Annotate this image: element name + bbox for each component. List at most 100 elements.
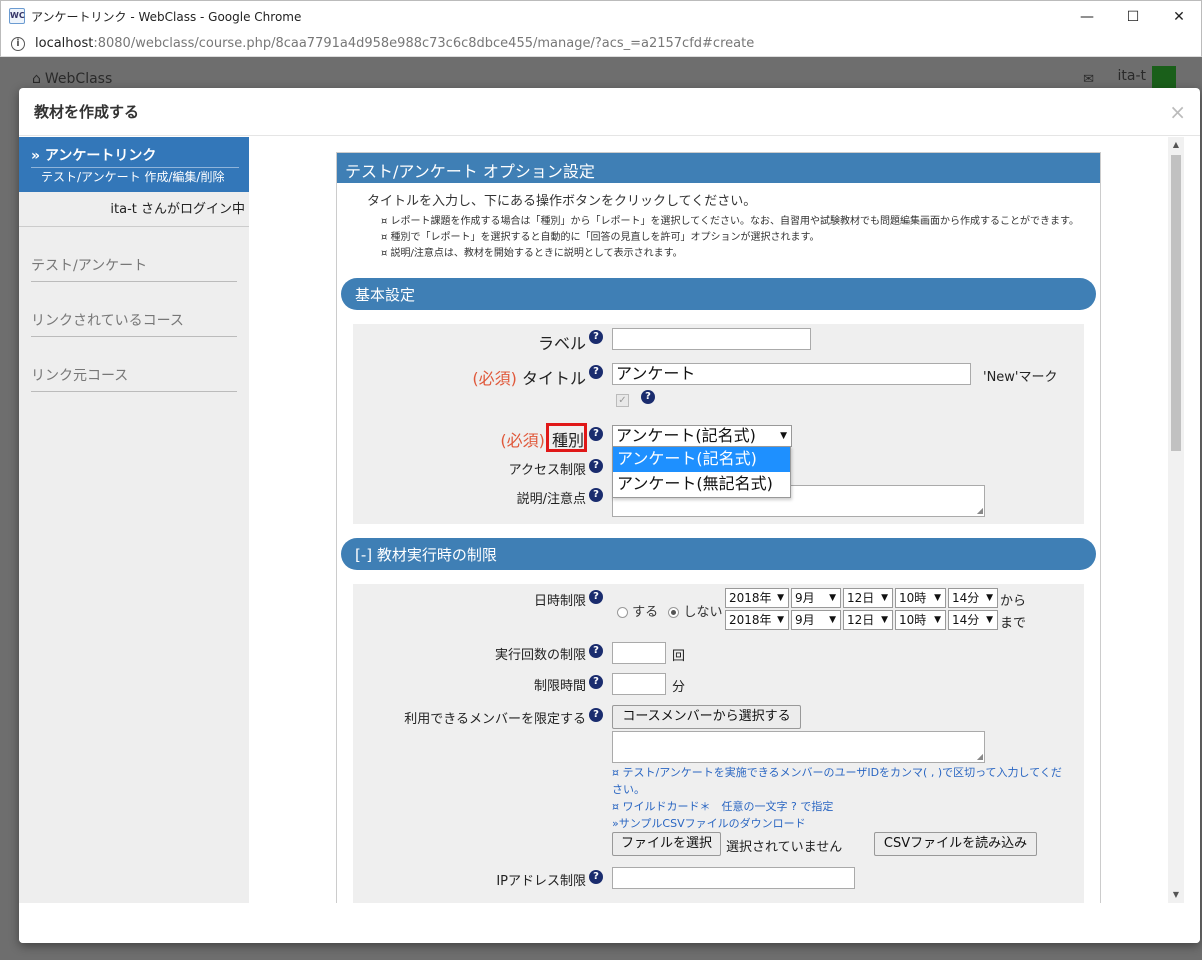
chevron-down-icon: ▼	[986, 593, 993, 603]
time-input[interactable]	[612, 673, 666, 695]
note-item: ¤ レポート課題を作成する場合は「種別」から「レポート」を選択してください。なお…	[381, 216, 1079, 227]
help-icon[interactable]: ?	[589, 365, 603, 379]
create-material-modal: 教材を作成する × » アンケートリンク テスト/アンケート 作成/編集/削除 …	[19, 88, 1200, 943]
from-day-select[interactable]: 12日 ▼	[843, 588, 893, 608]
count-input[interactable]	[612, 642, 666, 664]
from-minute-select[interactable]: 14分 ▼	[948, 588, 998, 608]
scroll-thumb[interactable]	[1171, 155, 1181, 451]
resize-handle-icon[interactable]: ◢	[977, 752, 983, 761]
limits-section-header[interactable]: [-] 教材実行時の制限	[341, 538, 1096, 570]
sidebar-active-item[interactable]: » アンケートリンク テスト/アンケート 作成/編集/削除	[19, 137, 249, 192]
resize-handle-icon[interactable]: ◢	[977, 506, 983, 515]
radio-datetime-on[interactable]	[617, 607, 628, 618]
help-icon[interactable]: ?	[589, 590, 603, 604]
address-bar[interactable]: i localhost:8080/webclass/course.php/8ca…	[0, 31, 1202, 57]
title-input[interactable]: アンケート	[612, 363, 971, 385]
note-item: ¤ 説明/注意点は、教材を開始するときに説明として表示されます。	[381, 248, 683, 259]
sidebar-head-title: » アンケートリンク	[31, 145, 239, 168]
datetime-field-label: 日時制限?	[353, 590, 603, 609]
help-icon[interactable]: ?	[589, 708, 603, 722]
members-field-label: 利用できるメンバーを限定する?	[353, 708, 603, 727]
members-label-text: 利用できるメンバーを限定する	[404, 712, 586, 727]
choose-file-button[interactable]: ファイルを選択	[612, 832, 721, 856]
scroll-up-icon[interactable]: ▲	[1168, 137, 1184, 153]
select-course-members-button[interactable]: コースメンバーから選択する	[612, 705, 801, 729]
help-icon[interactable]: ?	[589, 459, 603, 473]
basic-settings-form: ラベル? (必須) タイトル? アンケート 'New'マーク ✓ ? (必須) …	[353, 324, 1084, 524]
desc-label-text: 説明/注意点	[516, 492, 586, 507]
window-title: アンケートリンク - WebClass - Google Chrome	[31, 9, 302, 24]
access-label-text: アクセス制限	[508, 463, 586, 478]
close-window-button[interactable]: ✕	[1156, 1, 1202, 32]
to-suffix: まで	[1000, 616, 1027, 631]
help-icon[interactable]: ?	[589, 675, 603, 689]
to-year-select[interactable]: 2018年 ▼	[725, 610, 789, 630]
type-option-named[interactable]: アンケート(記名式)	[613, 447, 790, 472]
type-option-anonymous[interactable]: アンケート(無記名式)	[613, 472, 790, 497]
count-field-label: 実行回数の制限?	[353, 644, 603, 663]
chevron-down-icon: ▼	[881, 615, 888, 625]
help-icon[interactable]: ?	[589, 488, 603, 502]
sidebar-head-sub: テスト/アンケート 作成/編集/削除	[41, 170, 225, 184]
required-mark: (必須)	[500, 431, 545, 450]
help-icon[interactable]: ?	[589, 427, 603, 441]
chevron-down-icon: ▼	[777, 615, 784, 625]
limits-form: 日時制限? する しない 2018年 ▼ 9月 ▼ 12日 ▼ 10時 ▼ 14分 ▼ か…	[353, 584, 1084, 903]
title-field-label: (必須) タイトル?	[353, 365, 603, 389]
chevron-down-icon: ▼	[780, 431, 787, 441]
panel-header: テスト/アンケート オプション設定	[337, 153, 1100, 183]
scroll-down-icon[interactable]: ▼	[1168, 887, 1184, 903]
datetime-label-text: 日時制限	[533, 594, 586, 609]
maximize-button[interactable]: ☐	[1110, 1, 1156, 32]
modal-title: 教材を作成する	[34, 103, 140, 121]
header-username: ita-t	[1117, 68, 1147, 84]
main-content: テスト/アンケート オプション設定 タイトルを入力し、下にある操作ボタンをクリッ…	[249, 137, 1184, 903]
radio-datetime-off[interactable]	[668, 607, 680, 618]
ip-field-label: IPアドレス制限?	[353, 870, 603, 889]
to-day-select[interactable]: 12日 ▼	[843, 610, 893, 630]
avatar	[1152, 66, 1176, 88]
chevron-down-icon: ▼	[829, 615, 836, 625]
url-path: :8080/webclass/course.php/8caa7791a4d958…	[93, 36, 755, 51]
time-unit: 分	[672, 680, 686, 695]
to-month-select[interactable]: 9月 ▼	[791, 610, 841, 630]
load-csv-button[interactable]: CSVファイルを読み込み	[874, 832, 1037, 856]
help-icon[interactable]: ?	[589, 644, 603, 658]
to-minute-select[interactable]: 14分 ▼	[948, 610, 998, 630]
help-icon[interactable]: ?	[589, 330, 603, 344]
help-icon[interactable]: ?	[641, 390, 655, 404]
url-host: localhost	[35, 36, 94, 51]
chevron-down-icon: ▼	[934, 593, 941, 603]
required-mark: (必須)	[472, 369, 517, 388]
sample-csv-download-link[interactable]: »サンプルCSVファイルのダウンロード	[612, 815, 1072, 832]
info-icon[interactable]: i	[11, 36, 25, 51]
help-icon[interactable]: ?	[589, 870, 603, 884]
new-mark-checkbox[interactable]: ✓	[616, 394, 629, 407]
login-status: ita-t さんがログイン中	[19, 192, 249, 227]
type-select[interactable]: アンケート(記名式) ▼	[612, 425, 792, 447]
from-hour-select[interactable]: 10時 ▼	[895, 588, 946, 608]
chevron-down-icon: ▼	[881, 593, 888, 603]
sidebar-item-linked-courses[interactable]: リンクされているコース	[31, 282, 237, 337]
notes: ¤ レポート課題を作成する場合は「種別」から「レポート」を選択してください。なお…	[337, 209, 1100, 262]
modal-body: » アンケートリンク テスト/アンケート 作成/編集/削除 ita-t さんがロ…	[19, 137, 1200, 903]
modal-scrollbar[interactable]: ▲ ▼	[1168, 137, 1184, 903]
sidebar-item-source-courses[interactable]: リンク元コース	[31, 337, 237, 392]
options-panel: テスト/アンケート オプション設定 タイトルを入力し、下にある操作ボタンをクリッ…	[336, 152, 1101, 903]
time-label-text: 制限時間	[533, 679, 586, 694]
members-textarea[interactable]: ◢	[612, 731, 985, 763]
minimize-button[interactable]: —	[1064, 1, 1110, 32]
ip-label-text: IPアドレス制限	[496, 874, 586, 889]
label-input[interactable]	[612, 328, 811, 350]
brand-label: WebClass	[44, 71, 113, 87]
basic-settings-header[interactable]: 基本設定	[341, 278, 1096, 310]
desc-field-label: 説明/注意点?	[353, 488, 603, 507]
from-month-select[interactable]: 9月 ▼	[791, 588, 841, 608]
from-year-select[interactable]: 2018年 ▼	[725, 588, 789, 608]
to-hour-select[interactable]: 10時 ▼	[895, 610, 946, 630]
file-status: 選択されていません	[726, 840, 843, 855]
sidebar-item-test-survey[interactable]: テスト/アンケート	[31, 227, 237, 282]
from-suffix: から	[1000, 594, 1027, 609]
ip-input[interactable]	[612, 867, 855, 889]
modal-close-button[interactable]: ×	[1169, 100, 1186, 124]
